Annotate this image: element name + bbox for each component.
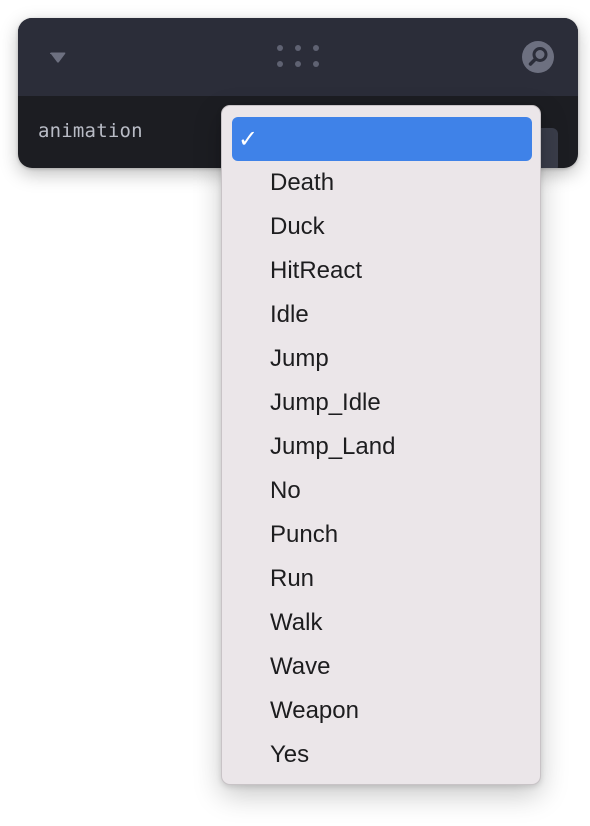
menu-item[interactable]: HitReact <box>232 249 532 293</box>
menu-item-label: Duck <box>270 213 325 240</box>
menu-item[interactable]: Jump <box>232 337 532 381</box>
animation-dropdown-menu: ✓ Death Duck HitReact Idle Jump Jump_Idle Jump_… <box>221 105 541 785</box>
menu-item-label: Wave <box>270 653 331 680</box>
drag-dots-icon[interactable] <box>276 44 320 68</box>
menu-item-label: Jump_Land <box>270 433 396 460</box>
menu-item-label: Death <box>270 169 335 196</box>
menu-item[interactable]: Yes <box>232 733 532 777</box>
menu-item-label: Run <box>270 565 315 592</box>
menu-item-label: Idle <box>270 301 309 328</box>
menu-item[interactable]: Duck <box>232 205 532 249</box>
menu-item-label: Weapon <box>270 697 359 724</box>
menu-item[interactable]: Wave <box>232 645 532 689</box>
menu-item[interactable]: Idle <box>232 293 532 337</box>
menu-item[interactable]: Walk <box>232 601 532 645</box>
menu-item-label: Punch <box>270 521 339 548</box>
search-icon[interactable] <box>522 41 554 73</box>
menu-item-label: Jump <box>270 345 329 372</box>
menu-item[interactable]: No <box>232 469 532 513</box>
caret-down-icon[interactable] <box>49 52 67 64</box>
menu-item-label: Yes <box>270 741 310 768</box>
checkmark-icon: ✓ <box>238 125 259 153</box>
menu-item[interactable]: Run <box>232 557 532 601</box>
animation-label: animation <box>38 120 143 142</box>
menu-item[interactable]: Weapon <box>232 689 532 733</box>
menu-item[interactable]: ✓ <box>232 117 532 161</box>
panel-titlebar <box>18 18 578 96</box>
menu-item-label: HitReact <box>270 257 363 284</box>
menu-item[interactable]: Death <box>232 161 532 205</box>
menu-item-label: Walk <box>270 609 323 636</box>
menu-item-label: No <box>270 477 301 504</box>
menu-item[interactable]: Punch <box>232 513 532 557</box>
menu-item[interactable]: Jump_Idle <box>232 381 532 425</box>
menu-item[interactable]: Jump_Land <box>232 425 532 469</box>
menu-item-label: Jump_Idle <box>270 389 381 416</box>
